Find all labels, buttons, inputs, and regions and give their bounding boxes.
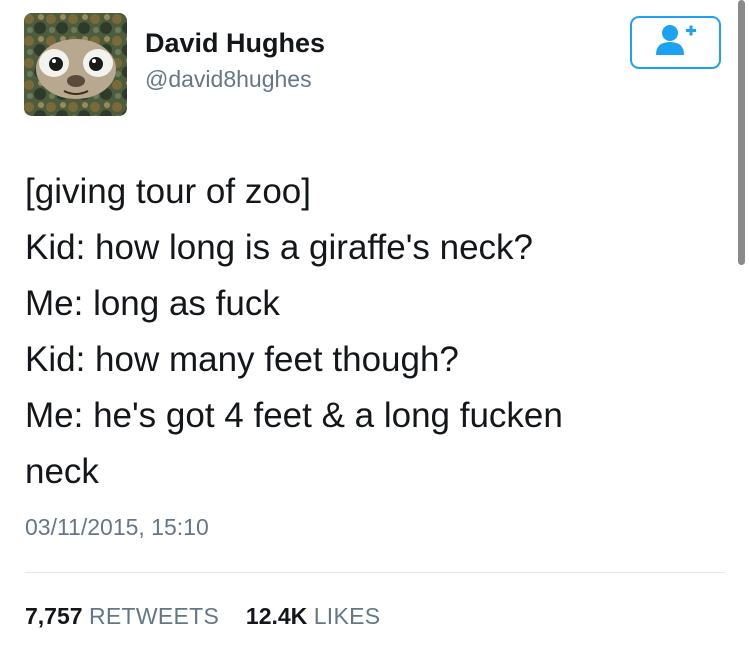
user-handle[interactable]: @david8hughes xyxy=(145,66,312,93)
retweets-count: 7,757 xyxy=(25,603,83,629)
tweet-line: neck xyxy=(25,452,99,491)
retweets-label: RETWEETS xyxy=(88,603,220,629)
add-user-icon xyxy=(654,23,698,62)
retweets-stat[interactable]: 7,757 RETWEETS xyxy=(25,603,226,629)
display-name[interactable]: David Hughes xyxy=(145,28,325,59)
likes-stat[interactable]: 12.4K LIKES xyxy=(246,603,380,629)
divider xyxy=(25,572,725,573)
tweet-line: Me: long as fuck xyxy=(25,284,280,323)
tweet-line: Me: he's got 4 feet & a long fucken xyxy=(25,396,563,435)
follow-button[interactable] xyxy=(630,16,721,69)
tweet-timestamp[interactable]: 03/11/2015, 15:10 xyxy=(25,514,209,541)
tweet-line: Kid: how many feet though? xyxy=(25,340,459,379)
likes-label: LIKES xyxy=(313,603,381,629)
avatar[interactable] xyxy=(24,13,127,116)
tweet-line: [giving tour of zoo] xyxy=(25,172,311,211)
scrollbar[interactable] xyxy=(738,0,745,265)
likes-count: 12.4K xyxy=(245,603,308,629)
tweet-text: [giving tour of zoo] Kid: how long is a … xyxy=(25,164,715,500)
tweet-line: Kid: how long is a giraffe's neck? xyxy=(25,228,533,267)
tweet-stats: 7,757 RETWEETS 12.4K LIKES xyxy=(25,603,380,630)
